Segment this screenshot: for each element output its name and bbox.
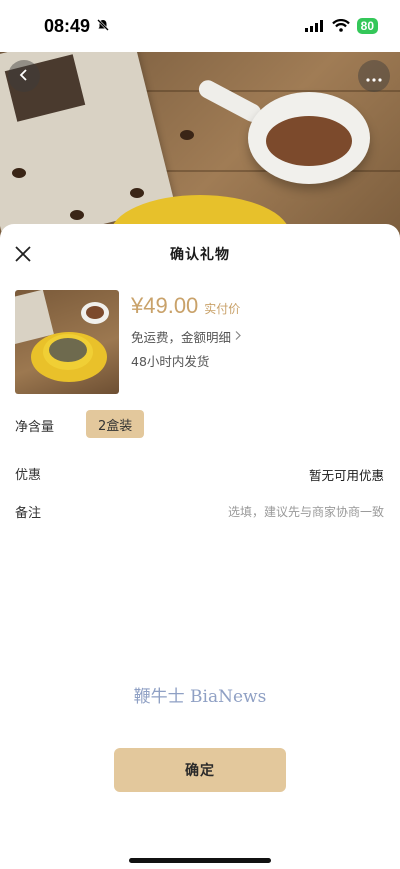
price-detail-link[interactable]: 免运费，金额明细: [131, 327, 242, 346]
sheet-title: 确认礼物: [170, 247, 230, 263]
status-bar: 08:49 80: [0, 0, 400, 52]
chevron-right-icon: [234, 329, 242, 344]
price-tag: 实付价: [204, 302, 241, 316]
bell-muted-icon: [96, 17, 110, 36]
confirm-button[interactable]: 确定: [114, 748, 286, 792]
sheet-header: 确认礼物: [0, 224, 400, 282]
status-time: 08:49: [44, 15, 91, 36]
battery-indicator: 80: [356, 18, 378, 34]
discount-label: 优惠: [15, 468, 42, 483]
chevron-left-icon: [18, 67, 30, 86]
product-summary: ¥49.00 实付价 免运费，金额明细 48小时内发货: [15, 290, 385, 396]
watermark-logo: 鞭牛士 BiaNews: [133, 687, 267, 707]
remark-label: 备注: [15, 506, 42, 521]
remark-input[interactable]: 选填，建议先与商家协商一致: [228, 503, 384, 520]
product-price: ¥49.00: [131, 293, 199, 318]
home-indicator: [129, 858, 271, 863]
more-button[interactable]: [358, 60, 390, 92]
spec-option-2-boxes[interactable]: 2盒装: [86, 410, 145, 438]
shipping-text: 免运费，金额明细: [131, 330, 232, 345]
product-thumbnail: [15, 290, 119, 394]
delivery-time: 48小时内发货: [131, 354, 210, 369]
spec-label: 净含量: [15, 420, 55, 435]
signal-icon: [304, 17, 325, 36]
discount-value[interactable]: 暂无可用优惠: [309, 465, 384, 484]
wifi-icon: [331, 17, 350, 36]
confirm-gift-sheet: 确认礼物 ¥49.00 实付价 免运费，金额明细 48小时内发货 净含量 2盒装…: [0, 224, 400, 869]
back-button[interactable]: [8, 60, 40, 92]
more-dots-icon: [366, 67, 382, 86]
